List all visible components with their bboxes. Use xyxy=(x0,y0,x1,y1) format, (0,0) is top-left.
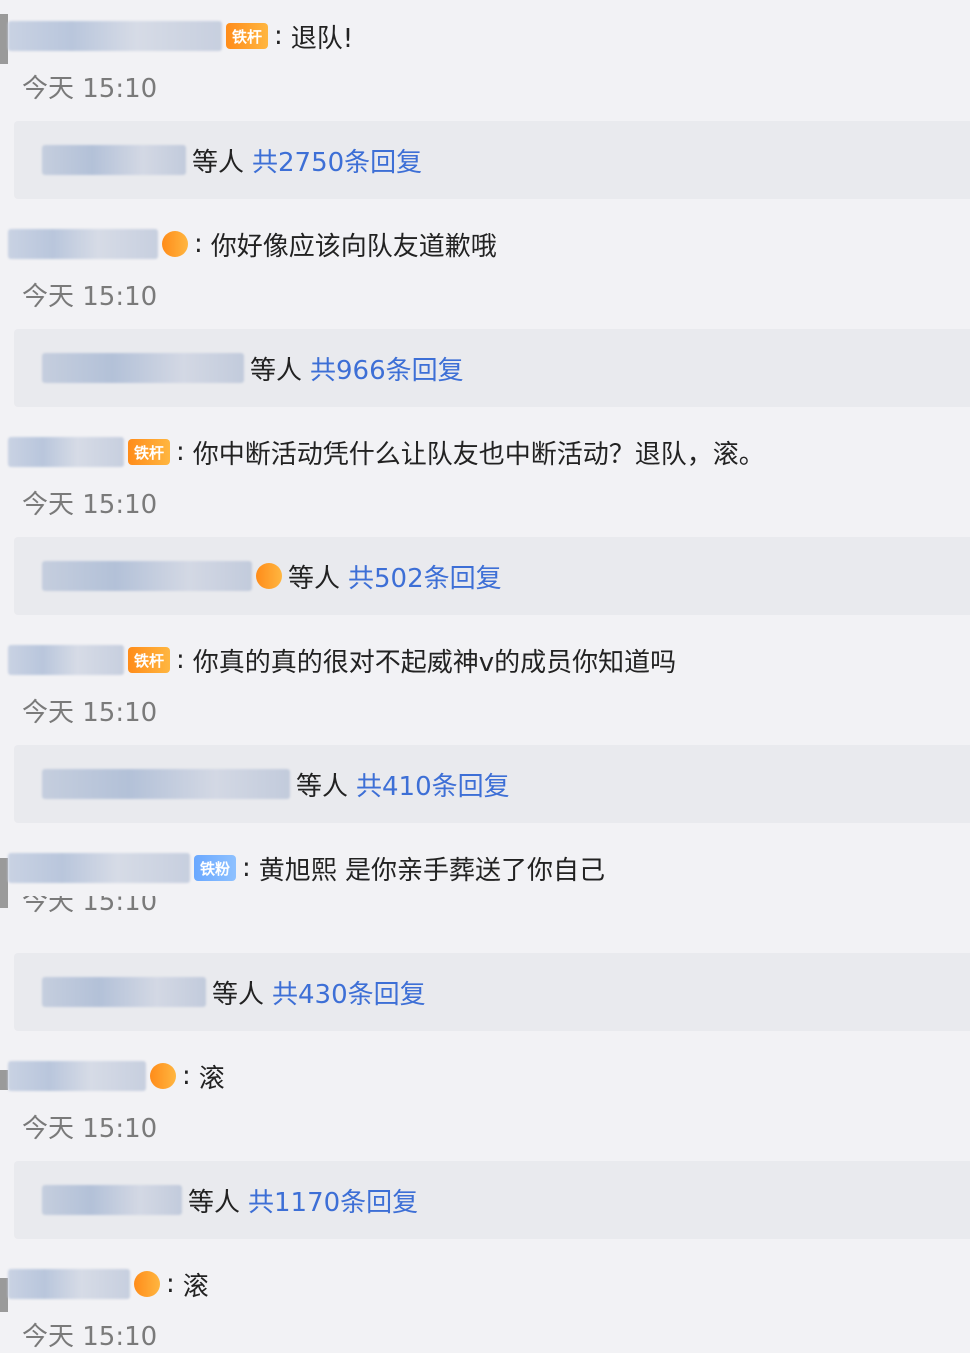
colon-separator: : xyxy=(176,645,185,675)
reply-summary[interactable]: 等人 共502条回复 xyxy=(14,537,970,615)
comment: 铁杆 : 你中断活动凭什么让队友也中断活动？退队，滚。 今天 15:10 xyxy=(0,422,970,526)
crown-badge-icon xyxy=(134,1271,160,1297)
reply-count-link[interactable]: 共430条回复 xyxy=(272,974,426,1011)
comment: : 滚 今天 15:10 xyxy=(0,1254,970,1352)
reply-suffix: 等人 xyxy=(188,1187,241,1218)
comment: 铁杆 : 退队! 今天 15:10 xyxy=(0,6,970,110)
fan-badge: 铁杆 xyxy=(226,23,269,49)
crown-badge-icon xyxy=(162,231,188,257)
username-blurred[interactable] xyxy=(8,1061,146,1091)
reply-count-link[interactable]: 共1170条回复 xyxy=(248,1182,418,1219)
reply-summary[interactable]: 等人 共430条回复 xyxy=(14,953,970,1031)
colon-separator: : xyxy=(242,853,251,883)
reply-summary[interactable]: 等人 共410条回复 xyxy=(14,745,970,823)
comment-time: 今天 15:10 xyxy=(22,896,158,917)
reply-suffix: 等人 xyxy=(296,771,349,802)
username-blurred[interactable] xyxy=(8,645,124,675)
comment-text: 退队! xyxy=(290,23,354,54)
comment: 铁杆 : 你真的真的很对不起威神v的成员你知道吗 今天 15:10 xyxy=(0,630,970,734)
reply-users-blurred xyxy=(42,977,206,1007)
reply-suffix: 等人 xyxy=(288,563,341,594)
comment: : 滚 今天 15:10 xyxy=(0,1046,970,1150)
colon-separator: : xyxy=(194,229,203,259)
comment-text: 滚 xyxy=(198,1063,225,1094)
username-blurred[interactable] xyxy=(8,1269,130,1299)
reply-summary[interactable]: 等人 共2750条回复 xyxy=(14,121,970,199)
colon-separator: : xyxy=(176,437,185,467)
reply-count-link[interactable]: 共2750条回复 xyxy=(252,142,422,179)
fan-badge: 铁杆 xyxy=(128,647,171,673)
fan-badge: 铁粉 xyxy=(194,855,237,881)
username-blurred[interactable] xyxy=(8,853,190,883)
reply-users-blurred xyxy=(42,145,186,175)
colon-separator: : xyxy=(166,1269,175,1299)
comment-time: 今天 15:10 xyxy=(22,1114,158,1144)
reply-summary[interactable]: 等人 共966条回复 xyxy=(14,329,970,407)
reply-count-link[interactable]: 共502条回复 xyxy=(348,558,502,595)
reply-suffix: 等人 xyxy=(192,147,245,178)
crown-badge-icon xyxy=(256,563,282,589)
reply-count-link[interactable]: 共410条回复 xyxy=(356,766,510,803)
username-blurred[interactable] xyxy=(8,21,222,51)
comment-time: 今天 15:10 xyxy=(22,698,158,728)
comment-text: 黄旭熙 是你亲手葬送了你自己 xyxy=(258,855,606,886)
username-blurred[interactable] xyxy=(8,229,158,259)
comment-text: 你中断活动凭什么让队友也中断活动？退队，滚。 xyxy=(192,439,765,470)
comment-time: 今天 15:10 xyxy=(22,1322,158,1352)
reply-suffix: 等人 xyxy=(250,355,303,386)
comment-text: 滚 xyxy=(182,1271,209,1302)
reply-users-blurred xyxy=(42,769,290,799)
fan-badge: 铁杆 xyxy=(128,439,171,465)
comment: 铁粉 : 黄旭熙 是你亲手葬送了你自己 今天 15:10 xyxy=(0,838,970,942)
reply-users-blurred xyxy=(42,1185,182,1215)
colon-separator: : xyxy=(182,1061,191,1091)
comment: : 你好像应该向队友道歉哦 今天 15:10 xyxy=(0,214,970,318)
reply-summary[interactable]: 等人 共1170条回复 xyxy=(14,1161,970,1239)
comment-time: 今天 15:10 xyxy=(22,282,158,312)
reply-suffix: 等人 xyxy=(212,979,265,1010)
crown-badge-icon xyxy=(150,1063,176,1089)
comment-time: 今天 15:10 xyxy=(22,74,158,104)
comment-text: 你真的真的很对不起威神v的成员你知道吗 xyxy=(192,647,677,678)
comment-time: 今天 15:10 xyxy=(22,490,158,520)
reply-count-link[interactable]: 共966条回复 xyxy=(310,350,464,387)
reply-users-blurred xyxy=(42,561,252,591)
reply-users-blurred xyxy=(42,353,244,383)
username-blurred[interactable] xyxy=(8,437,124,467)
colon-separator: : xyxy=(274,21,283,51)
comment-text: 你好像应该向队友道歉哦 xyxy=(210,231,497,262)
